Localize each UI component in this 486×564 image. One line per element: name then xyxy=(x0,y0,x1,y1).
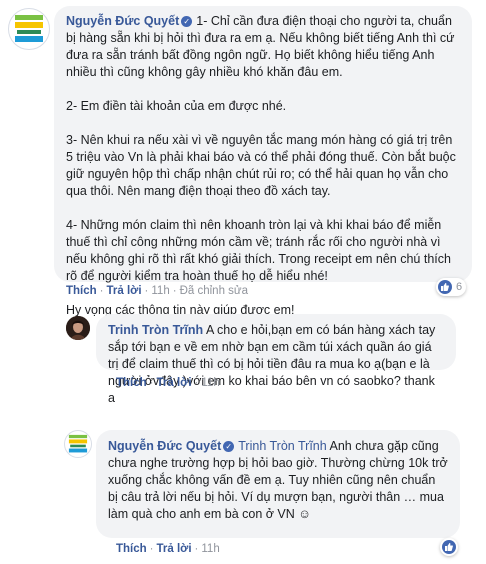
reply-2-reaction-badge[interactable] xyxy=(440,538,458,556)
reply-2-actions: Thích · Trả lời · 11h xyxy=(116,543,220,555)
edited-label[interactable]: Đã chỉnh sửa xyxy=(180,285,248,297)
comment-bubble-1: Nguyễn Đức Quyết ✓ 1- Chỉ cần đưa điện tho… xyxy=(54,6,472,317)
reply-time[interactable]: 11h xyxy=(201,543,219,555)
comment-1-paragraph-2: 2- Em điền tài khoản của em được nhé. xyxy=(66,99,287,113)
comment-1-paragraph-1: Nguyễn Đức Quyết ✓ 1- Chỉ cần đưa điện tho… xyxy=(66,14,455,79)
reply-2-mention[interactable]: Trinh Tròn Trĩnh xyxy=(238,439,326,453)
logo-avatar-icon xyxy=(15,15,43,42)
comment-1-paragraph-4: 4- Những món claim thì nên khoanh tròn l… xyxy=(66,218,451,283)
reaction-count: 6 xyxy=(456,281,463,293)
comment-time[interactable]: 11h xyxy=(151,285,169,297)
logo-avatar-icon xyxy=(68,434,88,453)
reply-button[interactable]: Trả lời xyxy=(107,285,142,297)
reply-bubble-1: Trinh Tròn Trĩnh A cho e hỏi,bạn em có b… xyxy=(96,314,456,405)
reply-bubble-2: Nguyễn Đức Quyết ✓ Trinh Tròn Trĩnh Anh ch… xyxy=(96,430,460,538)
person-photo-icon xyxy=(66,316,90,340)
reply-button[interactable]: Trả lời xyxy=(157,377,192,389)
verified-badge-icon: ✓ xyxy=(223,441,235,452)
like-button[interactable]: Thích xyxy=(116,543,147,555)
reply-2-author-name[interactable]: Nguyễn Đức Quyết xyxy=(108,439,221,453)
avatar-nguyen-duc-quyet[interactable] xyxy=(8,8,50,50)
comment-1-actions: Thích · Trả lời · 11h · Đã chỉnh sửa xyxy=(66,285,249,297)
comment-1-paragraph-3: 3- Nên khui ra nếu xài vì về nguyên tắc … xyxy=(66,133,456,198)
like-button[interactable]: Thích xyxy=(66,285,97,297)
reply-1-author-name[interactable]: Trinh Tròn Trĩnh xyxy=(108,323,203,337)
like-reaction-icon xyxy=(442,540,456,554)
reply-time[interactable]: 11h xyxy=(201,377,219,389)
reaction-count-badge[interactable]: 6 xyxy=(436,278,467,296)
reply-1-actions: Thích · Trả lời · 11h xyxy=(116,377,220,389)
reply-button[interactable]: Trả lời xyxy=(157,543,192,555)
avatar-trinh-tron-trinh[interactable] xyxy=(66,316,90,340)
verified-badge-icon: ✓ xyxy=(181,16,193,27)
comment-author-name[interactable]: Nguyễn Đức Quyết xyxy=(66,14,179,28)
like-reaction-icon xyxy=(438,280,452,294)
avatar-nguyen-duc-quyet-reply[interactable] xyxy=(64,430,92,458)
like-button[interactable]: Thích xyxy=(116,377,147,389)
